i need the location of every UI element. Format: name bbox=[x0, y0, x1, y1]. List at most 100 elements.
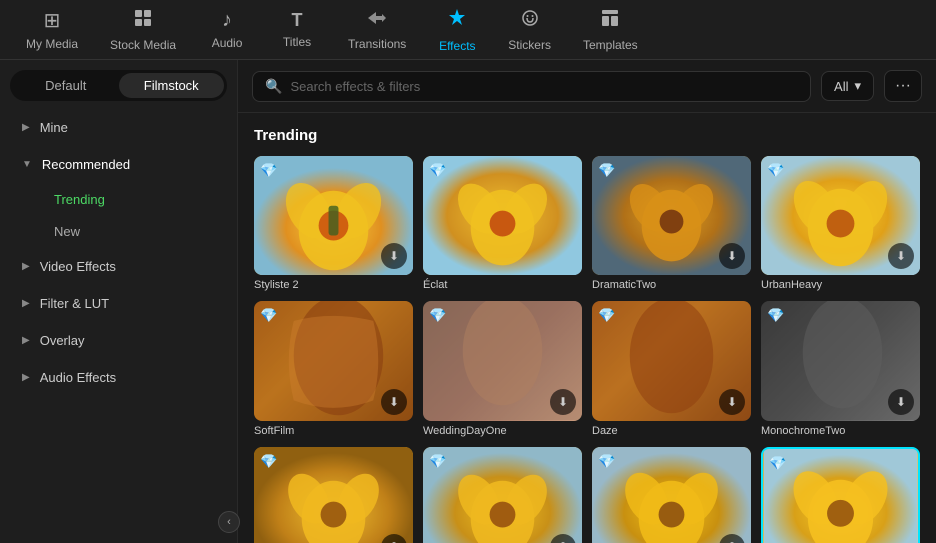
sidebar-toggle: Default Filmstock bbox=[10, 70, 227, 101]
sidebar-item-recommended[interactable]: ▼ Recommended bbox=[6, 147, 231, 182]
effect-label-dramatictwo: DramaticTwo bbox=[592, 279, 751, 291]
gem-icon-urbanheavy: 💎 bbox=[767, 162, 784, 179]
top-navigation: ⊞ My Media Stock Media ♪ Audio T Titles … bbox=[0, 0, 936, 60]
sidebar: Default Filmstock ▶ Mine ▼ Recommended T… bbox=[0, 60, 238, 543]
sidebar-item-video-effects[interactable]: ▶ Video Effects bbox=[6, 249, 231, 284]
nav-audio[interactable]: ♪ Audio bbox=[192, 3, 262, 56]
stickers-icon bbox=[520, 8, 540, 34]
search-input-wrapper[interactable]: 🔍 bbox=[252, 71, 811, 102]
effect-card-daze[interactable]: 💎 ⬇ Daze bbox=[592, 301, 751, 436]
effect-card-softfilm[interactable]: 💎 ⬇ SoftFilm bbox=[254, 301, 413, 436]
sidebar-item-audio-effects-label: Audio Effects bbox=[40, 370, 116, 385]
sidebar-item-recommended-label: Recommended bbox=[42, 157, 130, 172]
effect-thumb-urbanheavy: 💎 ⬇ bbox=[761, 156, 920, 275]
effect-card-urbanhigh[interactable]: 💎 ⬇ UrbanHigh bbox=[592, 447, 751, 543]
my-media-icon: ⊞ bbox=[44, 8, 61, 33]
effect-thumb-monochrome: 💎 ⬇ bbox=[761, 301, 920, 420]
effect-thumb-weddingdayone: 💎 ⬇ bbox=[423, 301, 582, 420]
download-icon-monochrome[interactable]: ⬇ bbox=[888, 389, 914, 415]
nav-transitions-label: Transitions bbox=[348, 37, 406, 51]
gem-icon-contrasttwo: 💎 bbox=[260, 453, 277, 470]
nav-effects[interactable]: Effects bbox=[422, 1, 492, 59]
effect-card-monochrome[interactable]: 💎 ⬇ MonochromeTwo bbox=[761, 301, 920, 436]
download-icon-softfilm[interactable]: ⬇ bbox=[381, 389, 407, 415]
sidebar-sub-new[interactable]: New bbox=[42, 216, 231, 247]
effect-thumb-eclat: 💎 bbox=[423, 156, 582, 275]
nav-my-media-label: My Media bbox=[26, 37, 78, 51]
nav-titles[interactable]: T Titles bbox=[262, 4, 332, 55]
chevron-right-icon-2: ▶ bbox=[22, 261, 30, 272]
search-icon: 🔍 bbox=[265, 78, 282, 95]
gem-icon-dramatic: 💎 bbox=[429, 453, 446, 470]
sidebar-item-overlay-label: Overlay bbox=[40, 333, 85, 348]
sidebar-item-audio-effects[interactable]: ▶ Audio Effects bbox=[6, 360, 231, 395]
gem-icon-weddingdayone: 💎 bbox=[429, 307, 446, 324]
gem-icon-softfilm: 💎 bbox=[260, 307, 277, 324]
nav-templates[interactable]: Templates bbox=[567, 2, 654, 58]
effect-card-urbanheavy[interactable]: 💎 ⬇ UrbanHeavy bbox=[761, 156, 920, 291]
effect-card-styliste2[interactable]: 💎 ⬇ Styliste 2 bbox=[254, 156, 413, 291]
chevron-right-icon-3: ▶ bbox=[22, 298, 30, 309]
nav-stickers[interactable]: Stickers bbox=[492, 2, 567, 58]
nav-titles-label: Titles bbox=[283, 35, 311, 49]
nav-audio-label: Audio bbox=[212, 36, 243, 50]
search-input[interactable] bbox=[290, 79, 798, 94]
sidebar-item-filter-lut-label: Filter & LUT bbox=[40, 296, 109, 311]
gem-icon-urbanhigh: 💎 bbox=[598, 453, 615, 470]
effect-thumb-dramatictwo: 💎 ⬇ bbox=[592, 156, 751, 275]
sidebar-item-mine[interactable]: ▶ Mine bbox=[6, 110, 231, 145]
effect-card-direction-blur[interactable]: 💎 Direction blur bbox=[761, 447, 920, 543]
effect-thumb-urbanhigh: 💎 ⬇ bbox=[592, 447, 751, 543]
nav-transitions[interactable]: Transitions bbox=[332, 3, 422, 57]
effect-card-contrasttwo[interactable]: 💎 ⬇ ContrastTwo bbox=[254, 447, 413, 543]
transitions-icon bbox=[366, 9, 388, 33]
effect-label-styliste2: Styliste 2 bbox=[254, 279, 413, 291]
sidebar-item-overlay[interactable]: ▶ Overlay bbox=[6, 323, 231, 358]
effect-card-weddingdayone[interactable]: 💎 ⬇ WeddingDayOne bbox=[423, 301, 582, 436]
nav-effects-label: Effects bbox=[439, 39, 475, 53]
effect-thumb-contrasttwo: 💎 ⬇ bbox=[254, 447, 413, 543]
download-icon-daze[interactable]: ⬇ bbox=[719, 389, 745, 415]
filter-dropdown[interactable]: All ▾ bbox=[821, 71, 874, 101]
effects-icon bbox=[446, 7, 468, 35]
effect-thumb-dramatic: 💎 ⬇ bbox=[423, 447, 582, 543]
search-bar: 🔍 All ▾ ··· bbox=[238, 60, 936, 113]
nav-stickers-label: Stickers bbox=[508, 38, 551, 52]
audio-icon: ♪ bbox=[222, 9, 232, 32]
tab-filmstock[interactable]: Filmstock bbox=[119, 73, 225, 98]
effect-thumb-daze: 💎 ⬇ bbox=[592, 301, 751, 420]
gem-icon-styliste2: 💎 bbox=[260, 162, 277, 179]
stock-media-icon bbox=[133, 8, 153, 34]
sidebar-collapse-button[interactable]: ‹ bbox=[218, 511, 240, 533]
effect-card-dramatictwo[interactable]: 💎 ⬇ DramaticTwo bbox=[592, 156, 751, 291]
chevron-down-icon: ▼ bbox=[22, 159, 32, 170]
sidebar-sub-trending[interactable]: Trending bbox=[42, 184, 231, 215]
effect-label-softfilm: SoftFilm bbox=[254, 425, 413, 437]
effect-card-dramatic[interactable]: 💎 ⬇ Dramatic bbox=[423, 447, 582, 543]
tab-default[interactable]: Default bbox=[13, 73, 119, 98]
nav-stock-media-label: Stock Media bbox=[110, 38, 176, 52]
effect-label-daze: Daze bbox=[592, 425, 751, 437]
download-icon-weddingdayone[interactable]: ⬇ bbox=[550, 389, 576, 415]
nav-my-media[interactable]: ⊞ My Media bbox=[10, 2, 94, 57]
gem-icon-dramatictwo: 💎 bbox=[598, 162, 615, 179]
section-title: Trending bbox=[254, 127, 920, 144]
gem-icon-monochrome: 💎 bbox=[767, 307, 784, 324]
content-area: 🔍 All ▾ ··· Trending bbox=[238, 60, 936, 543]
more-options-button[interactable]: ··· bbox=[884, 70, 922, 102]
templates-icon bbox=[600, 8, 620, 34]
sidebar-item-video-effects-label: Video Effects bbox=[40, 259, 116, 274]
sidebar-item-mine-label: Mine bbox=[40, 120, 68, 135]
gem-icon-daze: 💎 bbox=[598, 307, 615, 324]
effect-card-eclat[interactable]: 💎 Éclat bbox=[423, 156, 582, 291]
titles-icon: T bbox=[292, 10, 303, 31]
sidebar-item-filter-lut[interactable]: ▶ Filter & LUT bbox=[6, 286, 231, 321]
chevron-down-icon: ▾ bbox=[854, 78, 861, 94]
gem-icon-eclat: 💎 bbox=[429, 162, 446, 179]
main-layout: Default Filmstock ▶ Mine ▼ Recommended T… bbox=[0, 60, 936, 543]
effect-label-weddingdayone: WeddingDayOne bbox=[423, 425, 582, 437]
effects-area: Trending bbox=[238, 113, 936, 543]
effect-thumb-softfilm: 💎 ⬇ bbox=[254, 301, 413, 420]
chevron-right-icon-5: ▶ bbox=[22, 372, 30, 383]
nav-stock-media[interactable]: Stock Media bbox=[94, 2, 192, 58]
